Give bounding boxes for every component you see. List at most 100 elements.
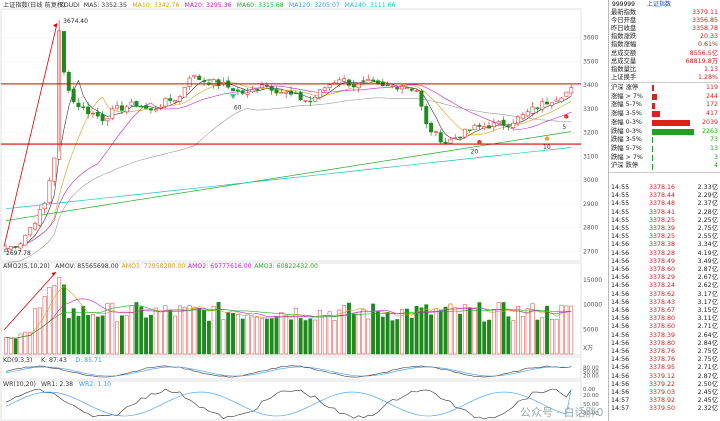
candle-body[interactable] (158, 106, 163, 109)
candle-body[interactable] (153, 109, 158, 112)
candle-body[interactable] (458, 136, 463, 139)
volume-bar[interactable] (279, 311, 284, 355)
candle-body[interactable] (414, 90, 419, 92)
volume-bar[interactable] (458, 313, 463, 355)
candle-body[interactable] (559, 97, 564, 102)
candle-body[interactable] (95, 111, 100, 117)
candle-body[interactable] (477, 124, 482, 127)
candle-body[interactable] (467, 129, 472, 131)
candle-body[interactable] (520, 114, 525, 119)
candle-body[interactable] (506, 125, 511, 127)
candle-body[interactable] (429, 122, 434, 133)
candle-body[interactable] (303, 100, 308, 102)
candle-body[interactable] (535, 107, 540, 109)
volume-bar[interactable] (76, 315, 81, 355)
volume-bar[interactable] (443, 306, 448, 355)
candle-body[interactable] (545, 101, 550, 105)
volume-bar[interactable] (467, 307, 472, 355)
candle-body[interactable] (516, 116, 521, 124)
volume-bar[interactable] (37, 307, 42, 355)
candle-body[interactable] (90, 112, 95, 115)
candle-body[interactable] (163, 97, 168, 107)
volume-bar[interactable] (148, 314, 153, 355)
candle-body[interactable] (177, 96, 182, 102)
volume-bar[interactable] (366, 318, 371, 355)
volume-bar[interactable] (385, 312, 390, 355)
volume-bar[interactable] (255, 316, 260, 355)
candle-body[interactable] (202, 80, 207, 83)
candle-body[interactable] (371, 79, 376, 82)
volume-bar[interactable] (163, 305, 168, 355)
volume-bar[interactable] (376, 311, 380, 355)
candle-body[interactable] (250, 89, 255, 93)
volume-bar[interactable] (298, 318, 303, 355)
candle-body[interactable] (47, 180, 52, 203)
candle-body[interactable] (346, 79, 351, 86)
volume-bar[interactable] (153, 307, 158, 355)
candle-body[interactable] (293, 92, 298, 95)
candle-body[interactable] (327, 84, 332, 88)
volume-bar[interactable] (91, 313, 95, 355)
volume-bar[interactable] (337, 309, 342, 355)
candle-body[interactable] (390, 85, 395, 88)
candle-body[interactable] (496, 121, 501, 125)
volume-bar[interactable] (332, 320, 337, 355)
candle-body[interactable] (23, 234, 28, 246)
volume-bar[interactable] (100, 315, 105, 355)
candle-body[interactable] (231, 88, 236, 92)
candle-body[interactable] (245, 92, 250, 95)
volume-bar[interactable] (13, 338, 18, 355)
volume-bar[interactable] (424, 304, 429, 355)
candle-body[interactable] (168, 98, 173, 101)
candle-body[interactable] (182, 87, 187, 98)
volume-bar[interactable] (313, 319, 318, 355)
candle-body[interactable] (255, 88, 260, 91)
chart-area[interactable]: 3600 3500 3400 3300 3200 3100 3000 2900 2800 2700… (0, 0, 608, 421)
volume-bar[interactable] (520, 316, 525, 355)
volume-bar[interactable] (62, 284, 66, 355)
candle-body[interactable] (18, 243, 23, 249)
candle-body[interactable] (61, 31, 66, 73)
candle-body[interactable] (361, 80, 366, 82)
candle-body[interactable] (462, 128, 467, 138)
candle-body[interactable] (424, 106, 429, 125)
volume-bar[interactable] (516, 306, 520, 355)
candle-body[interactable] (100, 114, 105, 121)
candle-body[interactable] (351, 84, 356, 88)
volume-bar[interactable] (221, 319, 226, 355)
volume-bar[interactable] (501, 302, 506, 355)
candle-body[interactable] (269, 86, 274, 91)
candle-body[interactable] (549, 102, 554, 106)
volume-bar[interactable] (462, 304, 467, 355)
volume-bar[interactable] (86, 314, 91, 355)
candle-body[interactable] (129, 101, 134, 106)
candle-body[interactable] (487, 125, 492, 129)
candle-body[interactable] (298, 92, 303, 101)
candle-body[interactable] (37, 209, 42, 226)
candle-body[interactable] (86, 106, 91, 114)
volume-bar[interactable] (206, 320, 211, 355)
candle-body[interactable] (235, 89, 240, 92)
volume-bar[interactable] (119, 315, 124, 355)
candle-body[interactable] (264, 84, 269, 87)
volume-bar[interactable] (404, 308, 409, 355)
index-name[interactable]: 上证指数 (647, 0, 671, 9)
volume-bar[interactable] (211, 306, 216, 355)
volume-bar[interactable] (115, 321, 120, 355)
volume-bar[interactable] (545, 305, 549, 355)
volume-bar[interactable] (554, 319, 559, 355)
candle-body[interactable] (356, 82, 361, 89)
candle-body[interactable] (409, 88, 414, 91)
volume-bar[interactable] (564, 305, 569, 355)
candle-body[interactable] (124, 106, 129, 113)
volume-bar[interactable] (506, 316, 511, 355)
volume-bar[interactable] (173, 315, 178, 355)
candle-body[interactable] (105, 118, 110, 122)
candle-body[interactable] (366, 79, 371, 82)
candle-body[interactable] (438, 132, 443, 143)
volume-bar[interactable] (429, 314, 434, 355)
volume-bar[interactable] (351, 313, 356, 355)
volume-bar[interactable] (433, 308, 438, 355)
candle-body[interactable] (554, 99, 559, 102)
candle-body[interactable] (400, 86, 405, 90)
